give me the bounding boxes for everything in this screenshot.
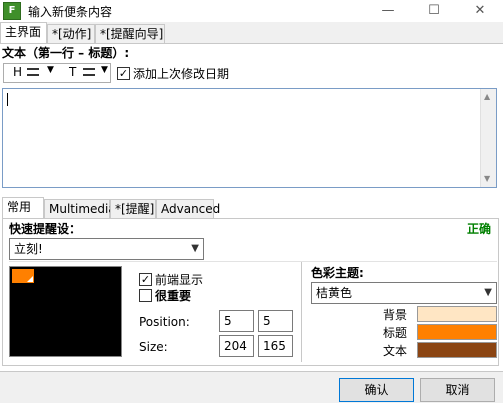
heading-button[interactable]: H bbox=[13, 65, 22, 79]
resize-grip-icon bbox=[27, 276, 33, 282]
tab-reminder[interactable]: *[提醒] bbox=[110, 199, 156, 219]
add-date-label: 添加上次修改日期 bbox=[133, 67, 230, 81]
color-theme-label: 色彩主题: bbox=[311, 266, 364, 280]
tab-main[interactable]: 主界面 bbox=[0, 22, 47, 44]
horizontal-divider bbox=[9, 261, 497, 262]
background-color-swatch[interactable] bbox=[417, 306, 497, 322]
title-color-label: 标题 bbox=[383, 326, 408, 340]
text-dropdown-icon[interactable]: ▼ bbox=[101, 65, 108, 75]
important-checkbox[interactable] bbox=[139, 289, 152, 302]
close-button[interactable]: ✕ bbox=[457, 0, 503, 22]
color-theme-value: 桔黄色 bbox=[316, 286, 353, 300]
scroll-down-icon[interactable]: ▼ bbox=[484, 174, 490, 183]
maximize-button[interactable]: ☐ bbox=[411, 0, 457, 22]
heading-align-icon[interactable] bbox=[27, 68, 39, 76]
text-section-label: 文本（第一行 – 标题）: bbox=[2, 46, 130, 60]
ok-button[interactable]: 确认 bbox=[339, 378, 414, 402]
important-label: 很重要 bbox=[155, 289, 192, 303]
position-x-input[interactable] bbox=[219, 310, 254, 332]
topmost-label: 前端显示 bbox=[155, 273, 204, 287]
text-align-icon[interactable] bbox=[83, 68, 95, 76]
text-cursor bbox=[7, 93, 8, 106]
add-date-checkbox[interactable]: ✓ bbox=[117, 67, 130, 80]
tab-advanced[interactable]: Advanced bbox=[156, 199, 220, 219]
chevron-down-icon[interactable]: ▼ bbox=[484, 283, 492, 303]
app-icon: F bbox=[3, 2, 21, 20]
text-color-swatch[interactable] bbox=[417, 342, 497, 358]
window-title: 输入新便条内容 bbox=[28, 5, 113, 19]
tab-reminder-wizard[interactable]: *[提醒向导] bbox=[95, 24, 165, 44]
chevron-down-icon[interactable]: ▼ bbox=[191, 239, 199, 259]
size-width-input[interactable] bbox=[219, 335, 254, 357]
background-color-label: 背景 bbox=[383, 308, 408, 322]
color-theme-select[interactable]: 桔黄色 ▼ bbox=[311, 282, 497, 304]
minimize-button[interactable]: — bbox=[365, 0, 411, 22]
scroll-up-icon[interactable]: ▲ bbox=[484, 92, 490, 101]
status-text: 正确 bbox=[467, 222, 492, 236]
note-editor[interactable] bbox=[2, 88, 497, 188]
editor-scrollbar[interactable] bbox=[480, 89, 496, 187]
quick-reminder-label: 快速提醒设： bbox=[9, 222, 82, 236]
tab-actions[interactable]: *[动作] bbox=[47, 24, 95, 44]
position-label: Position: bbox=[139, 315, 190, 329]
heading-dropdown-icon[interactable]: ▼ bbox=[47, 65, 54, 75]
vertical-divider bbox=[301, 262, 302, 362]
tab-common[interactable]: 常用 bbox=[2, 197, 44, 219]
position-y-input[interactable] bbox=[258, 310, 293, 332]
size-label: Size: bbox=[139, 340, 168, 354]
cancel-button[interactable]: 取消 bbox=[420, 378, 495, 402]
text-button[interactable]: T bbox=[69, 65, 76, 79]
size-height-input[interactable] bbox=[258, 335, 293, 357]
text-color-label: 文本 bbox=[383, 344, 408, 358]
quick-reminder-value: 立刻! bbox=[14, 242, 43, 256]
topmost-checkbox[interactable]: ✓ bbox=[139, 273, 152, 286]
title-color-swatch[interactable] bbox=[417, 324, 497, 340]
quick-reminder-select[interactable]: 立刻! ▼ bbox=[9, 238, 204, 260]
tab-multimedia[interactable]: Multimedia bbox=[44, 199, 116, 219]
